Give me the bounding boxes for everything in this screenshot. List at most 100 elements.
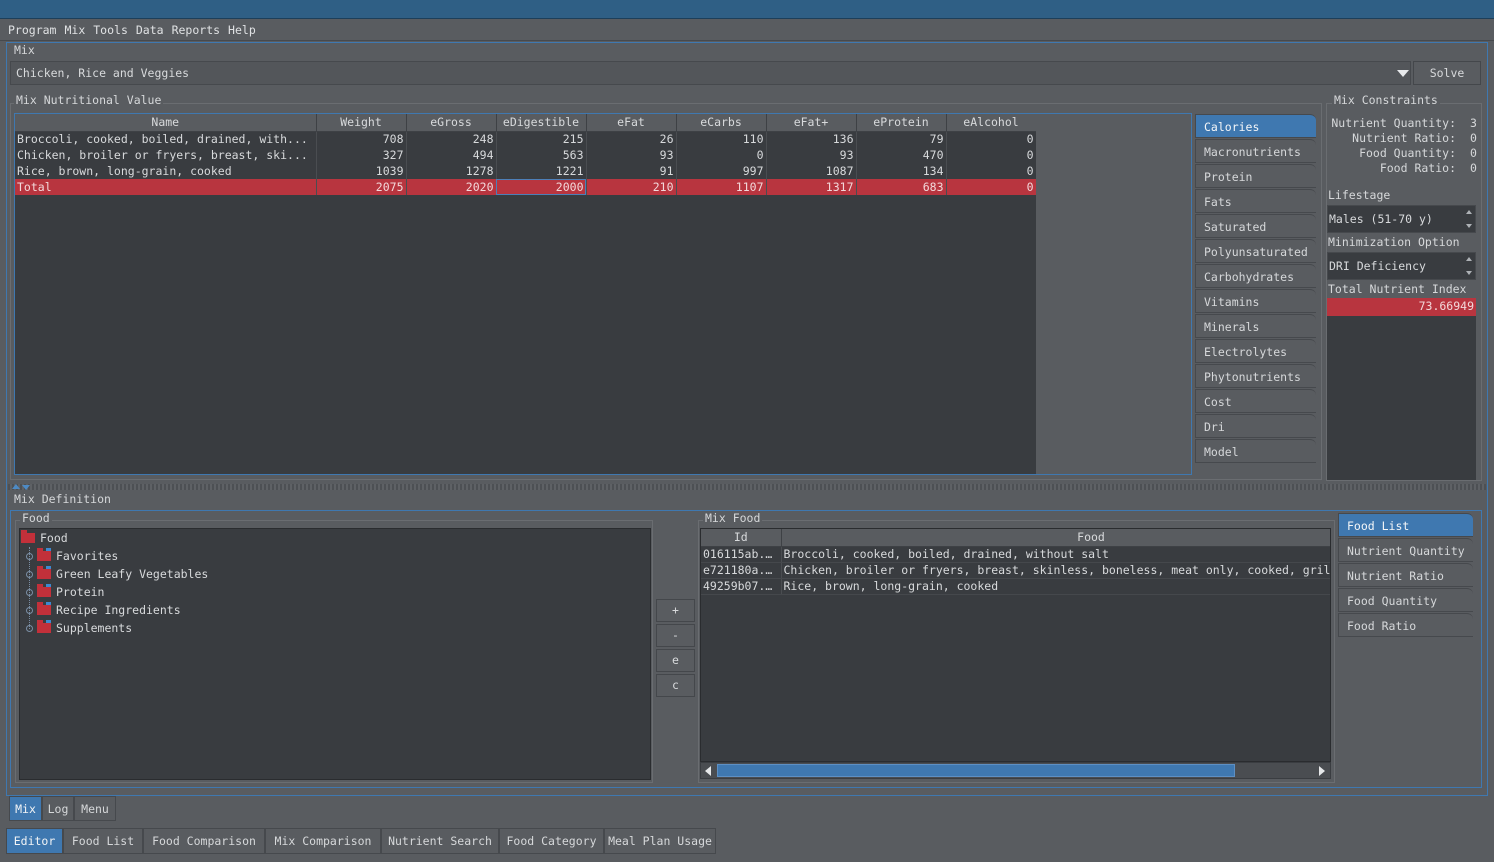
table-cell[interactable]: 470 [856, 147, 947, 163]
tab-vitamins[interactable]: Vitamins [1195, 289, 1316, 313]
table-cell[interactable]: 327 [316, 147, 407, 163]
collapse-down-icon[interactable] [22, 485, 30, 490]
menu-mix[interactable]: Mix [60, 19, 89, 41]
tab-model[interactable]: Model [1195, 439, 1316, 463]
food-tree[interactable]: Food Favorites Green Leafy Vegetables Prot… [19, 528, 651, 780]
tree-root-food[interactable]: Food [21, 529, 68, 547]
horizontal-scrollbar[interactable] [700, 762, 1331, 779]
spin-down-icon[interactable] [1466, 224, 1472, 228]
spin-up-icon[interactable] [1466, 257, 1472, 261]
scroll-right-icon[interactable] [1319, 766, 1325, 776]
column-header-name[interactable]: Name [15, 114, 317, 132]
column-header-efat[interactable]: eFat [586, 114, 677, 132]
total-cell[interactable]: 210 [586, 179, 677, 195]
table-cell[interactable]: Chicken, broiler or fryers, breast, ski.… [15, 147, 317, 163]
table-row[interactable]: e721180a... Chicken, broiler or fryers, b… [701, 562, 1330, 579]
column-header-ealcohol[interactable]: eAlcohol [946, 114, 1037, 132]
table-cell[interactable]: 248 [406, 131, 497, 147]
menu-help[interactable]: Help [224, 19, 260, 41]
total-cell[interactable]: 2020 [406, 179, 497, 195]
total-cell[interactable]: Total [15, 179, 317, 195]
tab-carbohydrates[interactable]: Carbohydrates [1195, 264, 1316, 288]
column-header-eprotein[interactable]: eProtein [856, 114, 947, 132]
tree-item-recipe-ingredients[interactable]: Recipe Ingredients [26, 601, 181, 619]
column-header-food[interactable]: Food [781, 529, 1330, 547]
menu-tools[interactable]: Tools [89, 19, 132, 41]
table-cell[interactable]: Rice, brown, long-grain, cooked [15, 163, 317, 179]
collapse-up-icon[interactable] [12, 484, 20, 489]
tab-menu[interactable]: Menu [74, 796, 116, 821]
tab-saturated[interactable]: Saturated [1195, 214, 1316, 238]
tab-dri[interactable]: Dri [1195, 414, 1316, 438]
table-cell[interactable]: 49259b07... [701, 578, 782, 595]
tab-electrolytes[interactable]: Electrolytes [1195, 339, 1316, 363]
table-cell[interactable]: 1278 [406, 163, 497, 179]
menu-data[interactable]: Data [132, 19, 168, 41]
tab-food-list[interactable]: Food List [1338, 513, 1473, 537]
tab-protein[interactable]: Protein [1195, 164, 1316, 188]
table-cell[interactable]: 136 [766, 131, 857, 147]
table-cell[interactable]: 91 [586, 163, 677, 179]
tree-item-supplements[interactable]: Supplements [26, 619, 132, 637]
table-row[interactable]: Broccoli, cooked, boiled, drained, with.… [15, 131, 1037, 147]
table-cell[interactable]: 1221 [496, 163, 587, 179]
tab-food-ratio[interactable]: Food Ratio [1338, 613, 1473, 637]
tab-food-comparison[interactable]: Food Comparison [143, 828, 265, 854]
table-cell[interactable]: 134 [856, 163, 947, 179]
table-cell[interactable]: 110 [676, 131, 767, 147]
solve-button[interactable]: Solve [1413, 61, 1481, 85]
table-cell[interactable]: 0 [946, 131, 1037, 147]
tab-mix[interactable]: Mix [9, 796, 42, 821]
table-row[interactable]: 016115ab... Broccoli, cooked, boiled, dra… [701, 546, 1330, 563]
tab-editor[interactable]: Editor [6, 828, 63, 854]
mix-select[interactable]: Chicken, Rice and Veggies [10, 61, 1411, 85]
menu-reports[interactable]: Reports [168, 19, 224, 41]
table-cell[interactable]: 997 [676, 163, 767, 179]
table-cell[interactable]: Broccoli, cooked, boiled, drained, with.… [15, 131, 317, 147]
table-row[interactable]: Rice, brown, long-grain, cooked 1039 1278 1… [15, 163, 1037, 179]
spin-down-icon[interactable] [1466, 271, 1472, 275]
tab-nutrient-ratio[interactable]: Nutrient Ratio [1338, 563, 1473, 587]
tab-macronutrients[interactable]: Macronutrients [1195, 139, 1316, 163]
table-cell[interactable]: e721180a... [701, 562, 782, 579]
table-cell[interactable]: 0 [946, 163, 1037, 179]
table-cell[interactable]: 0 [676, 147, 767, 163]
tab-calories[interactable]: Calories [1195, 114, 1316, 138]
edit-button[interactable]: e [656, 649, 695, 672]
total-row[interactable]: Total 2075 2020 2000 210 1107 1317 683 0 [15, 179, 1037, 195]
table-cell[interactable]: Broccoli, cooked, boiled, drained, witho… [781, 546, 1330, 563]
tree-item-protein[interactable]: Protein [26, 583, 104, 601]
total-cell[interactable]: 2000 [496, 179, 587, 195]
scroll-left-icon[interactable] [705, 766, 711, 776]
splitter-handle[interactable] [8, 484, 1486, 490]
table-cell[interactable]: 494 [406, 147, 497, 163]
table-cell[interactable]: 26 [586, 131, 677, 147]
remove-button[interactable]: - [656, 624, 695, 647]
table-cell[interactable]: 1087 [766, 163, 857, 179]
tab-nutrient-quantity[interactable]: Nutrient Quantity [1338, 538, 1473, 562]
table-cell[interactable]: Chicken, broiler or fryers, breast, skin… [781, 562, 1330, 579]
tab-phytonutrients[interactable]: Phytonutrients [1195, 364, 1316, 388]
tab-nutrient-search[interactable]: Nutrient Search [381, 828, 499, 854]
tree-item-favorites[interactable]: Favorites [26, 547, 118, 565]
scrollbar-thumb[interactable] [717, 764, 1235, 777]
tab-polyunsaturated[interactable]: Polyunsaturated [1195, 239, 1316, 263]
table-row[interactable]: 49259b07... Rice, brown, long-grain, cook… [701, 578, 1330, 595]
tab-fats[interactable]: Fats [1195, 189, 1316, 213]
column-header-weight[interactable]: Weight [316, 114, 407, 132]
tab-minerals[interactable]: Minerals [1195, 314, 1316, 338]
total-cell[interactable]: 1107 [676, 179, 767, 195]
lifestage-spinner[interactable]: Males (51-70 y) [1327, 205, 1476, 233]
table-cell[interactable]: 708 [316, 131, 407, 147]
tab-food-quantity[interactable]: Food Quantity [1338, 588, 1473, 612]
table-cell[interactable]: 563 [496, 147, 587, 163]
total-cell[interactable]: 0 [946, 179, 1037, 195]
add-button[interactable]: + [656, 599, 695, 622]
tab-log[interactable]: Log [42, 796, 74, 821]
table-cell[interactable]: Rice, brown, long-grain, cooked [781, 578, 1330, 595]
total-cell[interactable]: 683 [856, 179, 947, 195]
column-header-egross[interactable]: eGross [406, 114, 497, 132]
table-cell[interactable]: 93 [766, 147, 857, 163]
column-header-edigestible[interactable]: eDigestible [496, 114, 587, 132]
minimization-spinner[interactable]: DRI Deficiency [1327, 252, 1476, 280]
